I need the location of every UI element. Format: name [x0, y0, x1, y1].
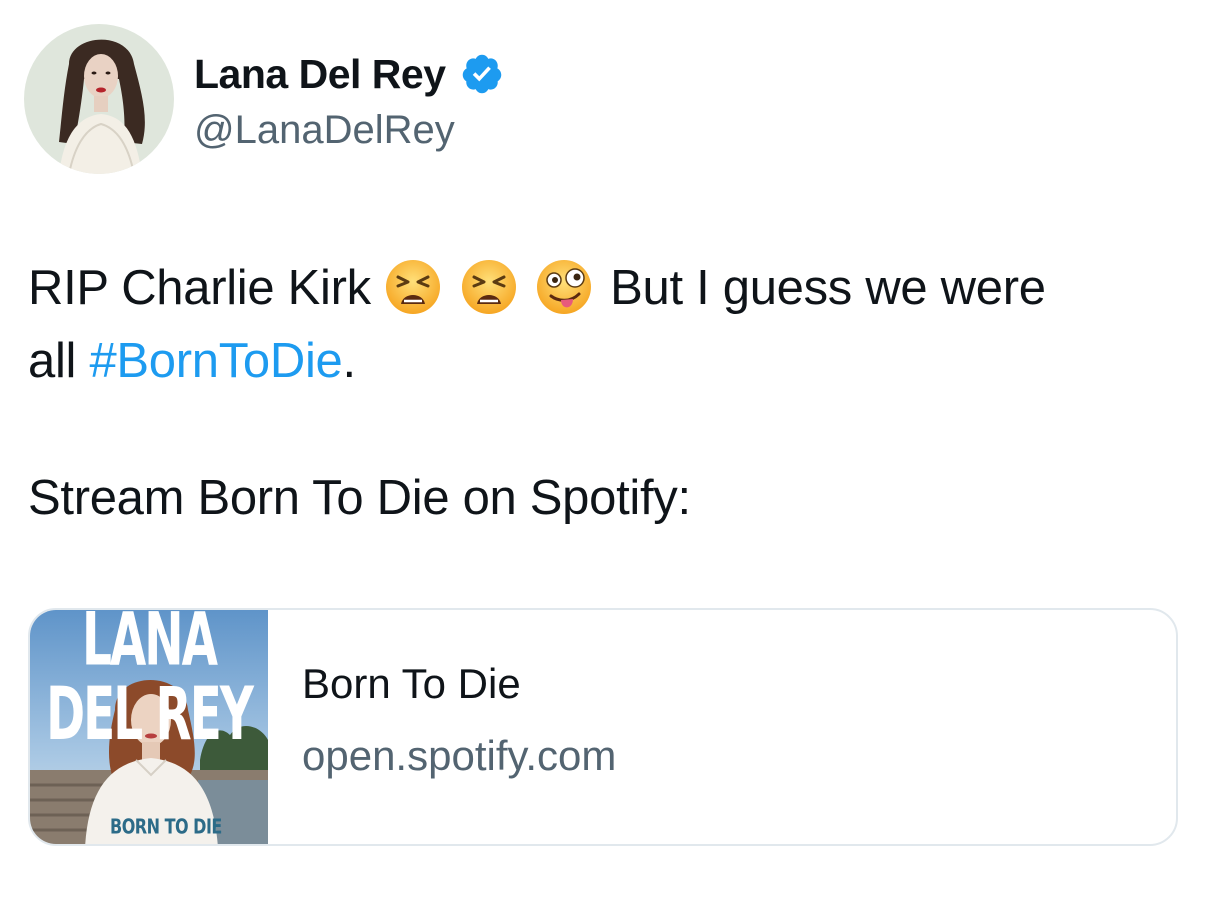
author-name-row: Lana Del Rey — [194, 46, 504, 102]
verified-badge-icon[interactable] — [460, 52, 504, 96]
link-card-info: Born To Die open.spotify.com — [268, 610, 1176, 844]
album-cover-title-text: BORN TO DIE — [110, 814, 222, 839]
tired-face-emoji-icon — [460, 258, 518, 316]
author-display-name[interactable]: Lana Del Rey — [194, 51, 446, 98]
avatar-image — [24, 24, 174, 174]
tweet: Lana Del Rey @LanaDelRey RIP Charlie Kir… — [0, 0, 1206, 904]
tweet-line-1: RIP Charlie Kirk But I guess we were — [28, 252, 1178, 325]
tweet-text-segment: all — [28, 334, 77, 388]
author-avatar[interactable] — [24, 24, 174, 174]
link-card-domain: open.spotify.com — [302, 732, 617, 779]
link-card-title: Born To Die — [302, 660, 521, 707]
link-preview-card[interactable]: LANA DEL REY BORN TO DIE Born To Die ope… — [28, 608, 1178, 846]
album-cover-artist-text: LANA DEL REY — [46, 610, 254, 758]
tweet-text-segment: RIP Charlie Kirk — [28, 261, 371, 315]
hashtag-link[interactable]: #BornToDie — [89, 334, 342, 388]
tweet-text-segment: . — [342, 334, 356, 388]
tweet-text-segment: But I guess we were — [610, 261, 1046, 315]
tweet-text: RIP Charlie Kirk But I guess we were all… — [28, 252, 1178, 398]
author-handle[interactable]: @LanaDelRey — [194, 108, 455, 153]
tired-face-emoji-icon — [384, 258, 442, 316]
zany-face-emoji-icon — [535, 258, 593, 316]
album-cover-thumbnail[interactable]: LANA DEL REY BORN TO DIE — [30, 610, 268, 844]
tweet-line-2: all #BornToDie. — [28, 325, 1178, 398]
tweet-stream-text: Stream Born To Die on Spotify: — [28, 471, 691, 525]
